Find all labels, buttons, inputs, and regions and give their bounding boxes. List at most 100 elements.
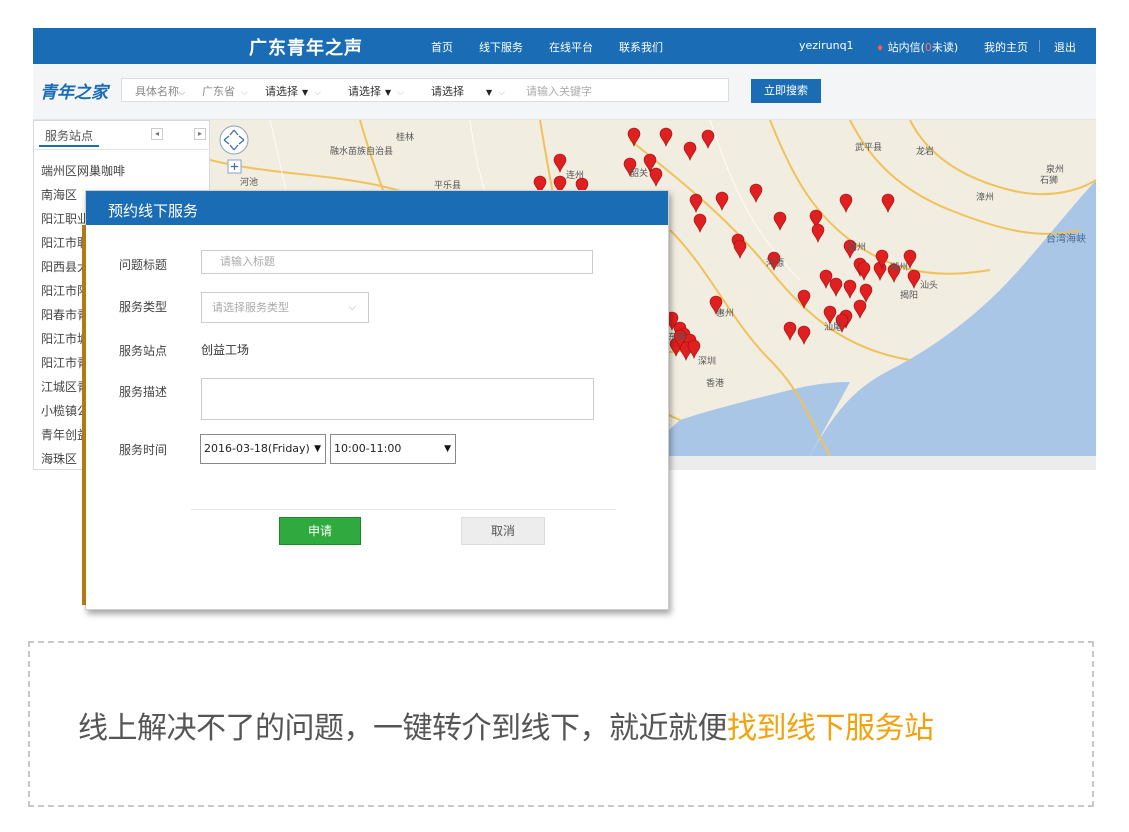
chevron-down-icon: ⌵ [348, 302, 356, 313]
nav-home[interactable]: 首页 [431, 39, 453, 55]
map-label-meizhou: 梅州 [848, 243, 867, 253]
map-pin-icon[interactable] [689, 193, 703, 213]
sidebar-divider [34, 149, 210, 150]
filter-name-label: 具体名称 [135, 85, 179, 98]
filter-province-dropdown[interactable]: 广东省 ⌵ [202, 83, 248, 99]
triangle-down-icon: ▼ [486, 88, 493, 97]
caption-main: 线上解决不了的问题，一键转介到线下，就近就便 [78, 711, 728, 746]
filter-select-2-label: 请选择 [348, 85, 381, 98]
map-label-shenzhen: 深圳 [698, 357, 717, 367]
sidebar-next-icon[interactable]: ▸ [194, 128, 206, 140]
date-select[interactable]: 2016-03-18(Friday) ▼ [200, 434, 326, 464]
nav-offline-service[interactable]: 线下服务 [479, 39, 523, 55]
apply-button[interactable]: 申请 [279, 517, 361, 545]
map-pin-icon[interactable] [881, 193, 895, 213]
tab-service-stations[interactable]: 服务站点 [39, 125, 99, 147]
map-label-lianzhou: 连州 [566, 171, 585, 181]
map-pan-control[interactable] [219, 125, 249, 155]
service-type-label: 服务类型 [119, 300, 168, 314]
triangle-down-icon: ▼ [444, 444, 451, 454]
chevron-down-icon: ⌵ [314, 88, 321, 98]
map-label-guilin: 桂林 [396, 133, 415, 143]
search-bar: 青年之家 具体名称⌵ 广东省 ⌵ 请选择 ▼ ⌵ 请选择 ▼ ⌵ 请选择 ▼ ⌵ 请输入关键字… [33, 64, 1096, 120]
search-filters: 具体名称⌵ 广东省 ⌵ 请选择 ▼ ⌵ 请选择 ▼ ⌵ 请选择 ▼ ⌵ 请输入关键字 [121, 78, 729, 102]
map-pin-icon[interactable] [627, 127, 641, 147]
map-pin-icon[interactable] [829, 277, 843, 297]
booking-modal: 预约线下服务 问题标题 请输入标题 服务类型 请选择服务类型 ⌵ 服务站点 创益工… [82, 190, 669, 610]
map-pin-icon[interactable] [683, 141, 697, 161]
map-pin-icon[interactable] [733, 239, 747, 259]
bell-icon: ♦ [876, 44, 885, 54]
filter-name-dropdown[interactable]: 具体名称⌵ [135, 83, 185, 99]
my-home-link[interactable]: 我的主页 [984, 39, 1028, 55]
service-type-select[interactable]: 请选择服务类型 ⌵ [201, 292, 369, 323]
screenshot-stage: 广东青年之声 首页 线下服务 在线平台 联系我们 yezirunq1 ♦ 站内信… [0, 0, 1129, 832]
modal-edge-strip [82, 225, 86, 605]
messages-count: 0 [924, 41, 932, 54]
keyword-input[interactable]: 请输入关键字 [526, 83, 592, 99]
list-item[interactable]: 海珠区 [41, 450, 77, 467]
search-button[interactable]: 立即搜索 [751, 79, 821, 103]
map-pin-icon[interactable] [715, 191, 729, 211]
chevron-down-icon: ⌵ [397, 88, 404, 98]
map-label-huizhou: 惠州 [716, 309, 735, 319]
map-pin-icon[interactable] [553, 153, 567, 173]
cancel-button[interactable]: 取消 [461, 517, 545, 545]
nav-divider [1039, 40, 1040, 52]
map-pin-icon[interactable] [749, 183, 763, 203]
map-pin-icon[interactable] [859, 283, 873, 303]
map-pin-icon[interactable] [693, 213, 707, 233]
map-pin-icon[interactable] [811, 223, 825, 243]
map-pin-icon[interactable] [649, 167, 663, 187]
map-pin-icon[interactable] [843, 279, 857, 299]
logout-link[interactable]: 退出 [1054, 39, 1076, 55]
map-pin-icon[interactable] [773, 211, 787, 231]
subject-input[interactable]: 请输入标题 [201, 250, 593, 274]
map-label-dongguan: 东莞 [668, 333, 687, 343]
map-label-hongkong: 香港 [706, 379, 725, 389]
messages-label: 站内信( [887, 41, 925, 54]
list-item[interactable]: 端州区网巢咖啡 [41, 162, 125, 179]
description-textarea[interactable] [201, 378, 594, 420]
nav-contact[interactable]: 联系我们 [619, 39, 663, 55]
triangle-down-icon: ▼ [385, 88, 392, 97]
filter-select-2[interactable]: 请选择 ▼ ⌵ [348, 83, 404, 99]
map-label-shishi: 石狮 [1040, 176, 1059, 186]
map-pin-icon[interactable] [873, 261, 887, 281]
list-item[interactable]: 南海区 [41, 186, 77, 203]
map-label-longyan: 龙岩 [916, 147, 935, 157]
time-slot-select[interactable]: 10:00-11:00 ▼ [330, 434, 456, 464]
sidebar-prev-icon[interactable]: ◂ [151, 128, 163, 140]
map-pin-icon[interactable] [783, 321, 797, 341]
map-label-zhangzhou: 漳州 [976, 193, 995, 203]
map-pin-icon[interactable] [797, 289, 811, 309]
youth-home-logo[interactable]: 青年之家 [40, 78, 108, 103]
modal-divider [191, 509, 616, 510]
nav-online-platform[interactable]: 在线平台 [549, 39, 593, 55]
zoom-in-button[interactable] [227, 159, 242, 174]
map-pin-icon[interactable] [907, 269, 921, 289]
site-brand[interactable]: 广东青年之声 [249, 34, 363, 60]
filter-select-3[interactable]: 请选择 ▼ ⌵ [431, 83, 505, 99]
messages-link[interactable]: ♦ 站内信(0未读) [876, 39, 958, 55]
username-link[interactable]: yezirunq1 [799, 39, 854, 52]
map-pin-icon[interactable] [857, 261, 871, 281]
map-pin-icon[interactable] [839, 193, 853, 213]
map-pin-icon[interactable] [659, 127, 673, 147]
map-pin-icon[interactable] [853, 299, 867, 319]
map-label-jieyang: 揭阳 [900, 291, 919, 301]
filter-select-3-label: 请选择 [431, 85, 464, 98]
date-value: 2016-03-18(Friday) [204, 442, 310, 455]
map-pin-icon[interactable] [797, 325, 811, 345]
service-type-placeholder: 请选择服务类型 [212, 301, 289, 314]
filter-select-1-label: 请选择 [265, 85, 298, 98]
filter-select-1[interactable]: 请选择 ▼ ⌵ [265, 83, 321, 99]
chevron-down-icon: ⌵ [179, 88, 186, 97]
modal-title: 预约线下服务 [108, 202, 199, 220]
top-nav-bar: 广东青年之声 首页 线下服务 在线平台 联系我们 yezirunq1 ♦ 站内信… [33, 28, 1096, 64]
station-label: 服务站点 [119, 344, 168, 358]
map-pin-icon[interactable] [701, 129, 715, 149]
map-label-chaozhou: 潮州 [890, 263, 909, 273]
description-label: 服务描述 [119, 385, 168, 399]
caption-text: 线上解决不了的问题，一键转介到线下，就近就便找到线下服务站 [78, 703, 934, 747]
